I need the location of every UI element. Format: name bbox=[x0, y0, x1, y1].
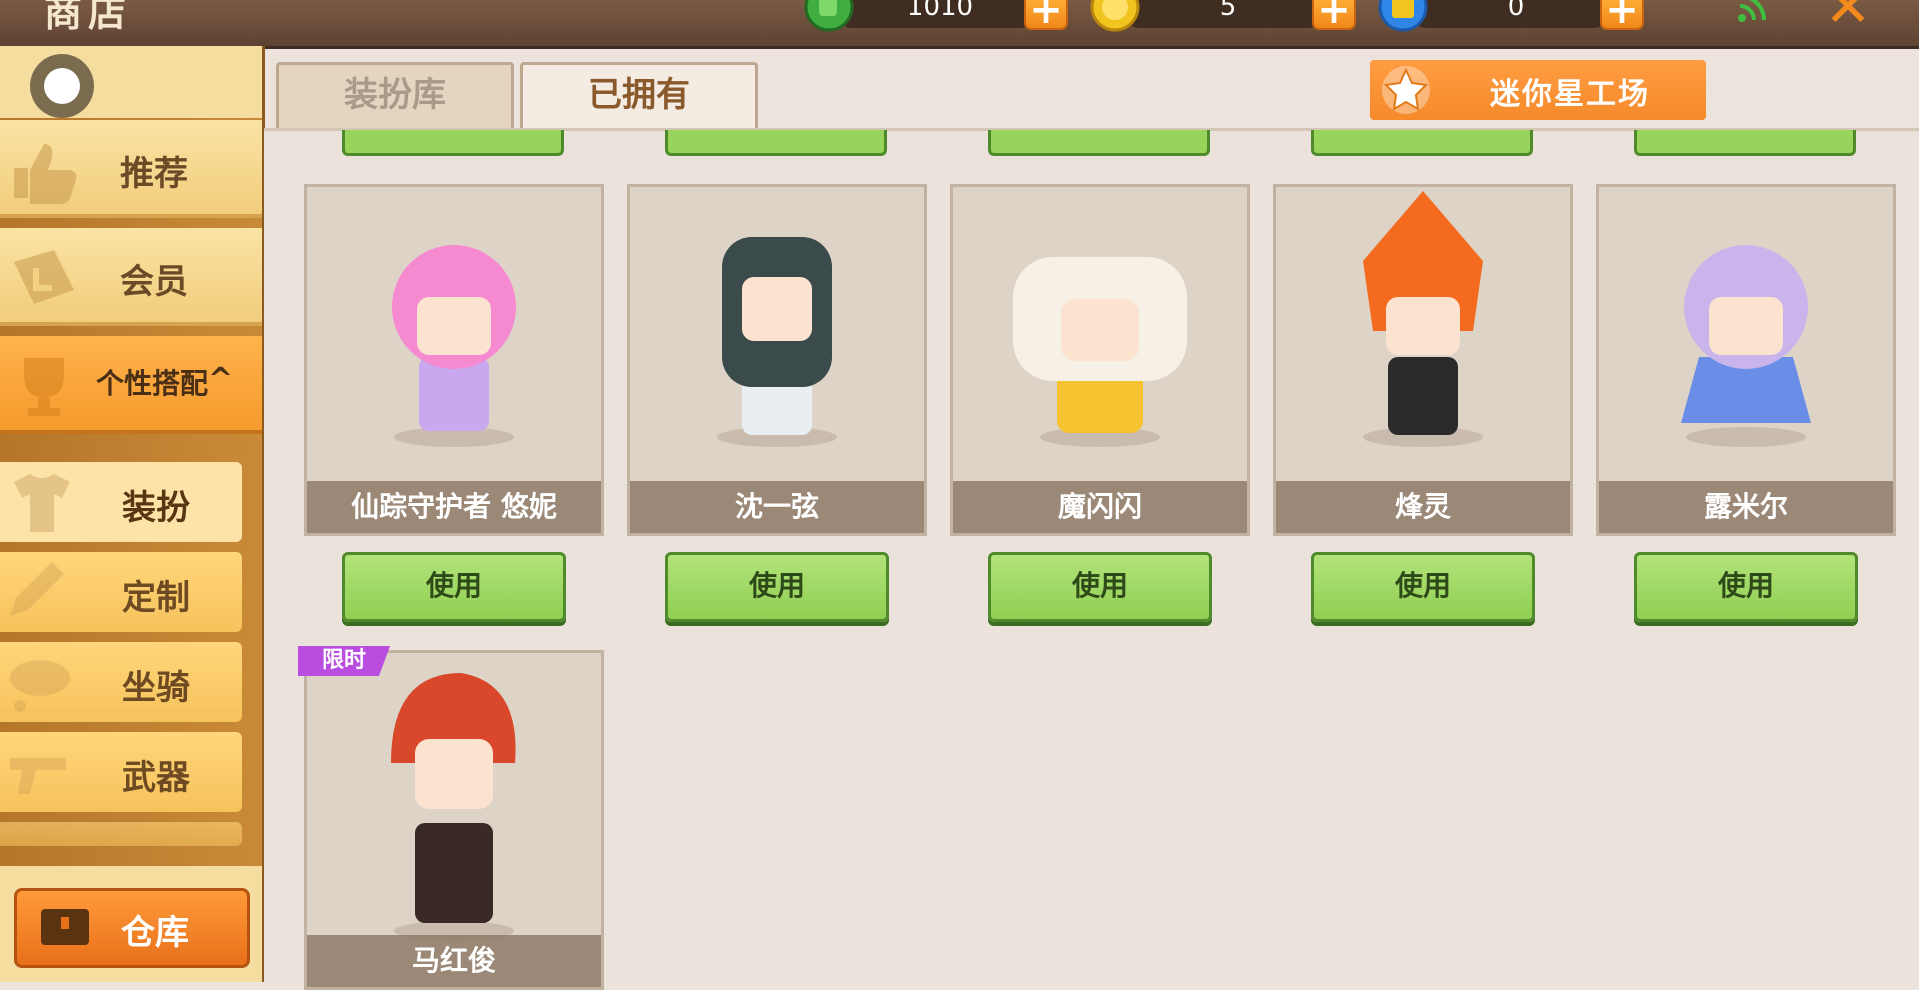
sidebar-subitem-outfit[interactable]: 装扮 bbox=[0, 462, 242, 542]
mini-workshop-label: 迷你星工场 bbox=[1490, 77, 1650, 112]
item-name: 马红俊 bbox=[307, 935, 601, 987]
item-card[interactable]: 露米尔 bbox=[1596, 184, 1896, 536]
use-button[interactable]: 使用 bbox=[342, 552, 566, 622]
limited-time-badge: 限时 bbox=[298, 646, 390, 676]
prev-row-use-button[interactable] bbox=[665, 130, 887, 156]
item-name: 沈一弦 bbox=[630, 481, 924, 533]
mount-icon bbox=[10, 660, 70, 712]
currency-bean-value: 1010 bbox=[906, 0, 974, 22]
character-portrait bbox=[1363, 191, 1483, 447]
sidebar-subitem-weapon[interactable]: 武器 bbox=[0, 732, 242, 812]
tab-outfit-library[interactable]: 装扮库 bbox=[276, 62, 514, 128]
sidebar-subitem-custom[interactable]: 定制 bbox=[0, 552, 242, 632]
record-button[interactable] bbox=[30, 54, 94, 118]
top-bar: 商店 1010 + 5 + 0 + ✕ bbox=[0, 0, 1919, 49]
sidebar-header bbox=[0, 46, 262, 118]
page-title: 商店 bbox=[44, 0, 133, 35]
item-card[interactable]: 沈一弦 bbox=[627, 184, 927, 536]
sidebar-item-recommend[interactable]: 推荐 bbox=[0, 120, 262, 218]
sidebar-item-label: 定制 bbox=[122, 578, 190, 618]
star-icon bbox=[1382, 66, 1430, 114]
pencil-icon bbox=[10, 562, 64, 616]
sidebar-subitem-mount[interactable]: 坐骑 bbox=[0, 642, 242, 722]
use-button[interactable]: 使用 bbox=[665, 552, 889, 622]
use-button[interactable]: 使用 bbox=[1311, 552, 1535, 622]
warehouse-label: 仓库 bbox=[121, 913, 189, 953]
sidebar-item-personal-style[interactable]: 个性搭配 ^ bbox=[0, 336, 262, 434]
sidebar-subitem-partial bbox=[0, 822, 242, 846]
character-portrait bbox=[1681, 245, 1811, 447]
character-portrait bbox=[1013, 257, 1187, 447]
item-card[interactable]: 马红俊 bbox=[304, 650, 604, 990]
sidebar-item-label: 武器 bbox=[122, 758, 190, 798]
item-name: 烽灵 bbox=[1276, 481, 1570, 533]
prev-row-use-button[interactable] bbox=[1311, 130, 1533, 156]
prev-row-use-button[interactable] bbox=[1634, 130, 1856, 156]
sidebar-item-label: 推荐 bbox=[120, 154, 188, 194]
add-coupon-button[interactable]: + bbox=[1600, 0, 1644, 30]
trophy-icon bbox=[24, 358, 64, 416]
gun-icon bbox=[10, 758, 66, 794]
mini-coin-icon bbox=[1090, 0, 1140, 32]
vip-icon bbox=[14, 250, 74, 304]
sidebar-item-label: 坐骑 bbox=[122, 668, 190, 708]
prev-row-use-button[interactable] bbox=[342, 130, 564, 156]
chest-icon bbox=[41, 909, 89, 945]
prev-row-use-button[interactable] bbox=[988, 130, 1210, 156]
add-bean-button[interactable]: + bbox=[1024, 0, 1068, 30]
sidebar-item-label: 会员 bbox=[120, 262, 188, 302]
item-card[interactable]: 烽灵 bbox=[1273, 184, 1573, 536]
close-icon[interactable]: ✕ bbox=[1820, 0, 1876, 36]
sidebar-item-label: 装扮 bbox=[122, 488, 190, 528]
signal-icon bbox=[1738, 0, 1766, 22]
warehouse-button[interactable]: 仓库 bbox=[14, 888, 250, 968]
mini-workshop-button[interactable]: 迷你星工场 bbox=[1370, 60, 1706, 120]
add-coin-button[interactable]: + bbox=[1312, 0, 1356, 30]
item-name: 魔闪闪 bbox=[953, 481, 1247, 533]
thumbs-up-icon bbox=[14, 144, 77, 204]
sidebar-item-vip[interactable]: 会员 bbox=[0, 228, 262, 326]
character-portrait bbox=[392, 245, 516, 447]
chevron-up-icon: ^ bbox=[208, 362, 234, 397]
character-portrait bbox=[717, 237, 837, 447]
tab-owned[interactable]: 已拥有 bbox=[520, 62, 758, 128]
character-portrait bbox=[391, 673, 516, 941]
sidebar: 推荐 会员 个性搭配 ^ 装扮 定制 坐骑 武器 bbox=[0, 46, 265, 982]
item-card[interactable]: 魔闪闪 bbox=[950, 184, 1250, 536]
use-button[interactable]: 使用 bbox=[988, 552, 1212, 622]
currency-coin-value: 5 bbox=[1219, 0, 1237, 22]
item-name: 露米尔 bbox=[1599, 481, 1893, 533]
sidebar-item-label: 个性搭配 bbox=[96, 367, 209, 400]
use-button[interactable]: 使用 bbox=[1634, 552, 1858, 622]
item-card[interactable]: 仙踪守护者 悠妮 bbox=[304, 184, 604, 536]
shirt-icon bbox=[14, 474, 70, 532]
currency-coupon-value: 0 bbox=[1507, 0, 1525, 22]
item-name: 仙踪守护者 悠妮 bbox=[307, 481, 601, 533]
